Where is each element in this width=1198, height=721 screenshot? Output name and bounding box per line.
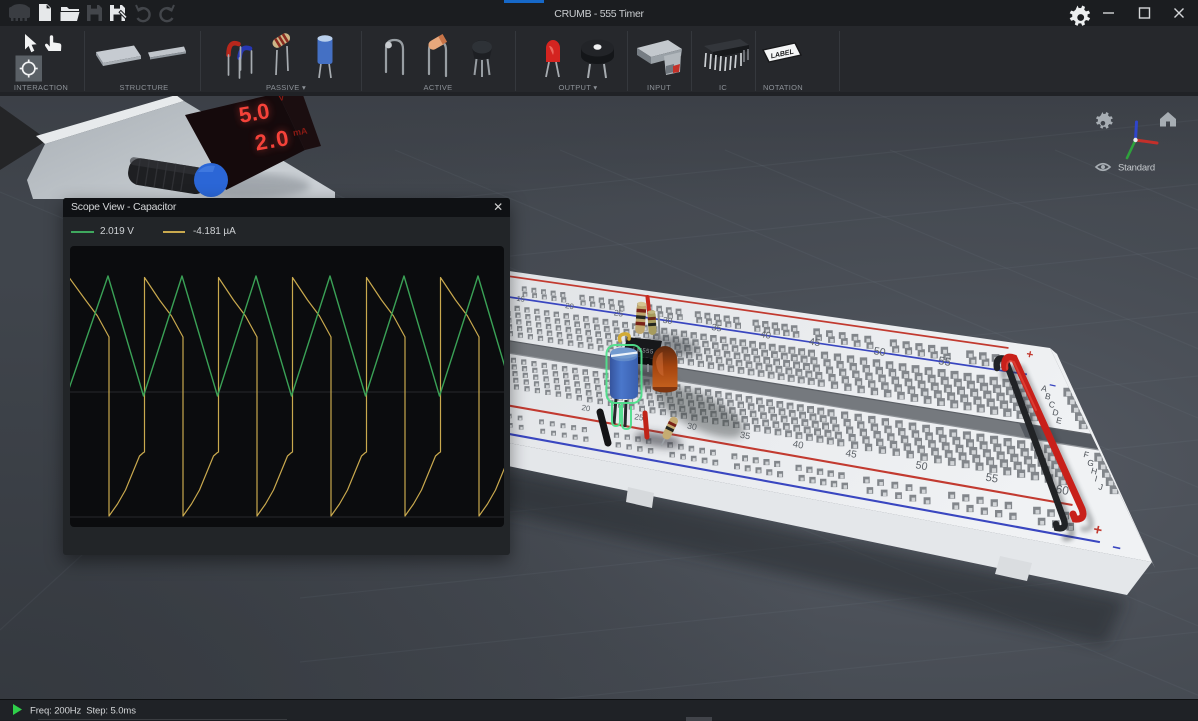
svg-text:40: 40: [759, 329, 771, 342]
svg-text:45: 45: [808, 337, 821, 350]
svg-text:CRUMB - 555 Timer: CRUMB - 555 Timer: [554, 8, 644, 20]
svg-text:55: 55: [985, 472, 999, 486]
svg-text:15: 15: [516, 294, 526, 304]
svg-text:55: 55: [937, 355, 951, 369]
svg-text:30: 30: [662, 315, 673, 326]
svg-text:Freq: 200Hz Step: 5.0ms: Freq: 200Hz Step: 5.0ms: [30, 706, 136, 717]
svg-text:50: 50: [915, 459, 929, 473]
svg-text:40: 40: [792, 439, 804, 452]
svg-text:50: 50: [873, 345, 887, 359]
svg-text:35: 35: [711, 322, 723, 333]
svg-text:45: 45: [845, 448, 858, 461]
svg-text:Standard: Standard: [1118, 163, 1155, 174]
svg-text:5.0: 5.0: [237, 98, 271, 128]
